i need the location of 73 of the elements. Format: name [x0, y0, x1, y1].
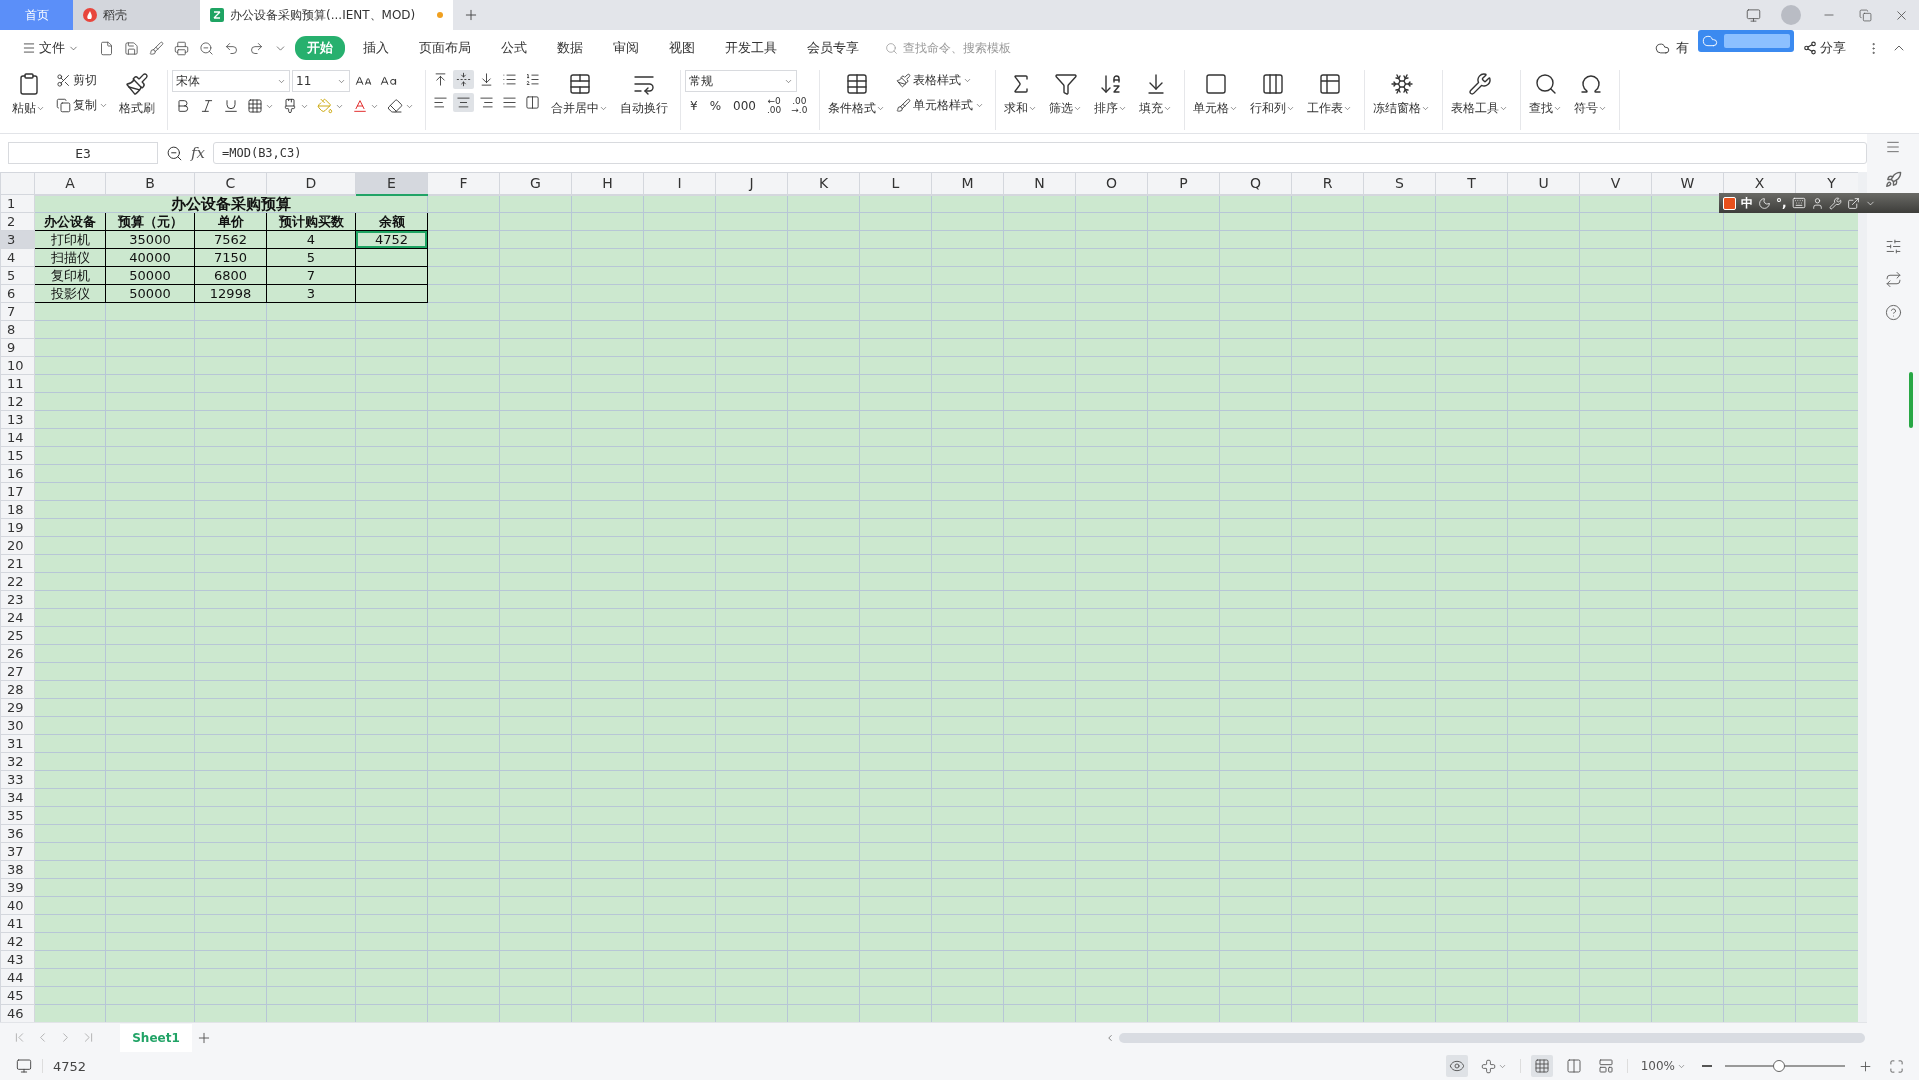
column-letter[interactable]: X [1723, 172, 1796, 195]
column-letter[interactable]: G [499, 172, 572, 195]
column-letter[interactable]: W [1651, 172, 1724, 195]
column-letter[interactable]: Q [1219, 172, 1292, 195]
cut-button[interactable]: 剪切 [53, 70, 111, 91]
tool-button[interactable]: 工作表 [1303, 70, 1357, 119]
thousands-button[interactable]: 000 [728, 97, 761, 115]
ribbon-tab[interactable]: 开发工具 [713, 36, 789, 60]
font-size-field[interactable]: 11 [292, 70, 350, 92]
document-tab[interactable]: 稻壳 [73, 0, 200, 30]
column-letter[interactable]: J [715, 172, 788, 195]
share-button[interactable]: 分享 [1791, 36, 1858, 60]
file-menu[interactable]: 文件 [10, 36, 91, 60]
column-letter[interactable]: B [105, 172, 195, 195]
column-letter[interactable]: C [194, 172, 267, 195]
tool-button[interactable]: 单元格 [1189, 70, 1243, 119]
column-letter[interactable]: D [266, 172, 356, 195]
column-letter[interactable]: F [427, 172, 500, 195]
function-button[interactable]: fx [191, 144, 205, 162]
conditional-format-button[interactable]: 条件格式 [824, 70, 890, 119]
currency-button[interactable]: ¥ [685, 97, 703, 115]
format-painter-button[interactable]: 格式刷 [115, 70, 159, 119]
ribbon-tab[interactable]: 会员专享 [795, 36, 871, 60]
cloud-status: 有 [1676, 39, 1689, 57]
column-letter[interactable]: R [1291, 172, 1364, 195]
decimal-button[interactable]: ←0 .00 [762, 96, 786, 116]
merge-button[interactable]: 合并居中 [547, 70, 612, 119]
column-letter[interactable]: E [355, 172, 428, 195]
tool-button[interactable]: 表格工具 [1447, 70, 1513, 119]
column-letter[interactable]: A [34, 172, 106, 195]
punctuation-mode[interactable]: °, [1776, 196, 1787, 210]
column-letter[interactable]: T [1435, 172, 1508, 195]
tool-button[interactable]: 筛选 [1045, 70, 1087, 119]
ime-mode[interactable]: 中 [1741, 194, 1753, 212]
ribbon-tab[interactable]: 视图 [657, 36, 707, 60]
tool-button[interactable]: 查找 [1525, 70, 1567, 119]
paste-button[interactable]: 粘贴 [8, 70, 49, 119]
tool-button[interactable]: 行和列 [1246, 70, 1300, 119]
style-button[interactable]: 单元格样式 [893, 95, 988, 116]
tool-button[interactable]: 求和 [1000, 70, 1042, 119]
tool-button[interactable]: 填充 [1135, 70, 1177, 119]
font-field[interactable]: 宋体 [172, 70, 290, 92]
column-letter[interactable]: K [787, 172, 860, 195]
column-letter[interactable]: I [643, 172, 716, 195]
tool-button[interactable]: 冻结窗格 [1369, 70, 1435, 119]
ribbon-tab[interactable]: 审阅 [601, 36, 651, 60]
column-letter[interactable]: M [931, 172, 1004, 195]
ribbon-tab[interactable]: 页面布局 [407, 36, 483, 60]
column-letter[interactable]: S [1363, 172, 1436, 195]
copy-button[interactable]: 复制 [53, 95, 111, 116]
style-button[interactable]: 表格样式 [893, 70, 988, 91]
status-value: 4752 [53, 1058, 87, 1074]
number-format-field[interactable]: 常规 [685, 70, 797, 92]
name-box[interactable]: E3 [8, 142, 158, 164]
tool-button[interactable]: 排序 [1090, 70, 1132, 119]
column-letter[interactable]: N [1003, 172, 1076, 195]
ribbon-tab[interactable]: 插入 [351, 36, 401, 60]
wrap-text-button[interactable]: 自动换行 [616, 70, 672, 119]
ribbon-tab[interactable]: 数据 [545, 36, 595, 60]
formula-field[interactable]: =MOD(B3,C3) [213, 142, 1867, 164]
column-letter[interactable]: P [1147, 172, 1220, 195]
document-tab[interactable]: 办公设备采购预算(...IENT、MOD) [200, 0, 453, 30]
column-letter[interactable]: V [1579, 172, 1652, 195]
zoom-dropdown[interactable]: 100% [1637, 1056, 1689, 1076]
ribbon-tab[interactable]: 公式 [489, 36, 539, 60]
tool-button[interactable]: 符号 [1570, 70, 1612, 119]
column-letter[interactable]: O [1075, 172, 1148, 195]
percent-button[interactable]: % [704, 97, 727, 115]
column-letter[interactable]: H [571, 172, 644, 195]
decimal-button[interactable]: .00 →.0 [787, 96, 812, 116]
column-letter[interactable]: U [1507, 172, 1580, 195]
column-letter[interactable]: Y [1795, 172, 1858, 195]
column-letter[interactable]: L [859, 172, 932, 195]
